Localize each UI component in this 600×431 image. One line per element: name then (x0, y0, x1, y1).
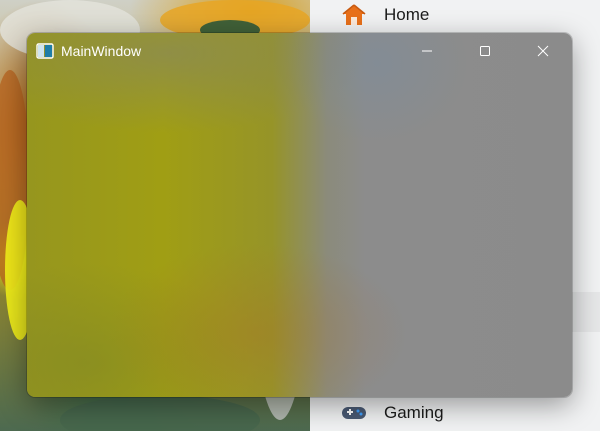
desktop-screen: Home Gaming MainWindow (0, 0, 600, 431)
maximize-icon (479, 42, 491, 61)
minimize-button[interactable] (398, 33, 456, 69)
nav-item-label: Home (384, 5, 430, 24)
home-icon (340, 1, 368, 29)
minimize-icon (421, 42, 433, 61)
gamepad-icon (340, 399, 368, 427)
nav-item-home[interactable]: Home (340, 0, 429, 30)
nav-item-gaming[interactable]: Gaming (340, 398, 444, 428)
window-title: MainWindow (61, 43, 142, 59)
window-content-area[interactable] (27, 69, 572, 397)
title-bar[interactable]: MainWindow (27, 33, 572, 69)
nav-item-label: Gaming (384, 403, 444, 422)
maximize-button[interactable] (456, 33, 514, 69)
window-app-icon (36, 42, 54, 60)
close-button[interactable] (514, 33, 572, 69)
caption-buttons (398, 33, 572, 69)
close-icon (537, 42, 549, 61)
main-window[interactable]: MainWindow (27, 33, 572, 397)
